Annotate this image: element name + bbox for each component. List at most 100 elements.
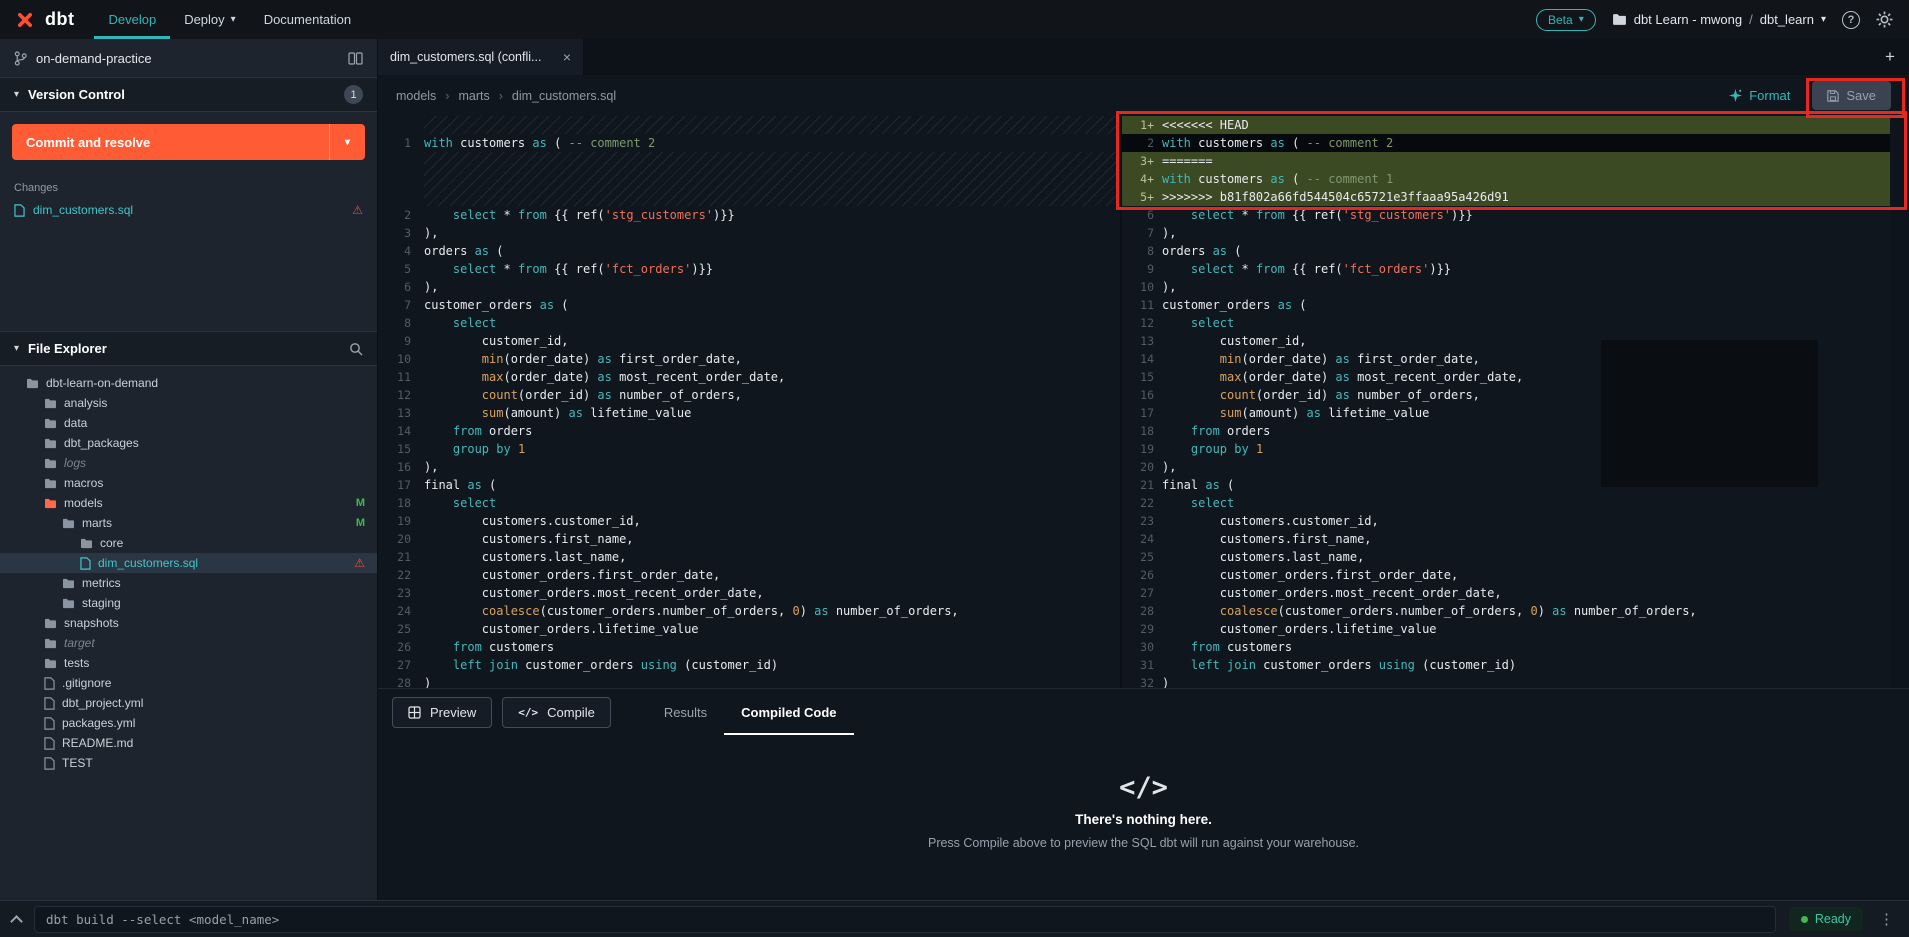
tree-item-macros[interactable]: macros	[0, 473, 377, 493]
code-line[interactable]: 25 customers.last_name,	[1122, 548, 1890, 566]
code-line[interactable]: 9 select * from {{ ref('fct_orders')}}	[1122, 260, 1890, 278]
code-line[interactable]: 13 sum(amount) as lifetime_value	[378, 404, 1120, 422]
tree-item-TEST[interactable]: TEST	[0, 753, 377, 773]
code-line[interactable]: 30 from customers	[1122, 638, 1890, 656]
tree-item-staging[interactable]: staging	[0, 593, 377, 613]
current-branch[interactable]: on-demand-practice	[0, 39, 377, 77]
code-line[interactable]: 3+=======	[1122, 152, 1890, 170]
code-line[interactable]: 31 left join customer_orders using (cust…	[1122, 656, 1890, 674]
code-line[interactable]: 9 customer_id,	[378, 332, 1120, 350]
tree-item-metrics[interactable]: metrics	[0, 573, 377, 593]
close-icon[interactable]: ×	[563, 49, 571, 65]
tree-item-data[interactable]: data	[0, 413, 377, 433]
code-line[interactable]: 26 customer_orders.first_order_date,	[1122, 566, 1890, 584]
code-line[interactable]: 26 from customers	[378, 638, 1120, 656]
code-line[interactable]: 10),	[1122, 278, 1890, 296]
code-line[interactable]: 17final as (	[378, 476, 1120, 494]
code-line[interactable]: 21 customers.last_name,	[378, 548, 1120, 566]
code-line[interactable]: 8orders as (	[1122, 242, 1890, 260]
code-line[interactable]: 24 customers.first_name,	[1122, 530, 1890, 548]
workspace-switcher[interactable]: dbt Learn - mwong / dbt_learn ▾	[1612, 12, 1826, 27]
code-line[interactable]: 22 customer_orders.first_order_date,	[378, 566, 1120, 584]
code-line[interactable]: 1with customers as ( -- comment 2	[378, 134, 1120, 152]
code-line[interactable]: 19 customers.customer_id,	[378, 512, 1120, 530]
save-button[interactable]: Save	[1812, 81, 1891, 110]
tab-dim-customers[interactable]: dim_customers.sql (confli... ×	[378, 39, 584, 75]
breadcrumb-item[interactable]: marts	[458, 89, 489, 103]
search-icon[interactable]	[349, 342, 363, 356]
tab-compiled-code[interactable]: Compiled Code	[724, 689, 853, 735]
tree-item-tests[interactable]: tests	[0, 653, 377, 673]
code-line[interactable]: 28)	[378, 674, 1120, 688]
code-line[interactable]: 6),	[378, 278, 1120, 296]
version-control-header[interactable]: ▾ Version Control 1	[0, 77, 377, 112]
code-line[interactable]: 11customer_orders as (	[1122, 296, 1890, 314]
preview-button[interactable]: Preview	[392, 697, 492, 728]
breadcrumb-item[interactable]: dim_customers.sql	[512, 89, 616, 103]
code-line[interactable]: 7),	[1122, 224, 1890, 242]
code-line[interactable]: 3),	[378, 224, 1120, 242]
code-line[interactable]: 4+with customers as ( -- comment 1	[1122, 170, 1890, 188]
code-line[interactable]: 12 select	[1122, 314, 1890, 332]
code-line[interactable]: 8 select	[378, 314, 1120, 332]
settings-gear-icon[interactable]	[1876, 11, 1893, 28]
code-line[interactable]: 5+>>>>>>> b81f802a66fd544504c65721e3ffaa…	[1122, 188, 1890, 206]
tree-item-logs[interactable]: logs	[0, 453, 377, 473]
nav-develop[interactable]: Develop	[94, 0, 170, 39]
kebab-menu-icon[interactable]: ⋮	[1876, 910, 1897, 928]
book-icon[interactable]	[348, 52, 363, 65]
code-line[interactable]: 4orders as (	[378, 242, 1120, 260]
tree-item-packages.yml[interactable]: packages.yml	[0, 713, 377, 733]
chevron-up-icon[interactable]	[10, 915, 23, 928]
code-line[interactable]: 1+<<<<<<< HEAD	[1122, 116, 1890, 134]
tree-item-dim_customers.sql[interactable]: dim_customers.sql⚠	[0, 553, 377, 573]
code-line[interactable]: 23 customer_orders.most_recent_order_dat…	[378, 584, 1120, 602]
tree-item-README.md[interactable]: README.md	[0, 733, 377, 753]
tree-item-snapshots[interactable]: snapshots	[0, 613, 377, 633]
code-line[interactable]: 23 customers.customer_id,	[1122, 512, 1890, 530]
code-line[interactable]: 11 max(order_date) as most_recent_order_…	[378, 368, 1120, 386]
code-line[interactable]: 10 min(order_date) as first_order_date,	[378, 350, 1120, 368]
tree-item-.gitignore[interactable]: .gitignore	[0, 673, 377, 693]
brand[interactable]: dbt	[0, 0, 74, 39]
nav-deploy[interactable]: Deploy ▾	[170, 0, 250, 39]
code-line[interactable]: 22 select	[1122, 494, 1890, 512]
tree-item-dbt-learn-on-demand[interactable]: dbt-learn-on-demand	[0, 373, 377, 393]
editor-scrollbar-strip[interactable]	[1890, 116, 1909, 688]
tree-item-target[interactable]: target	[0, 633, 377, 653]
editor-pane-left[interactable]: 1with customers as ( -- comment 2 2 selec…	[378, 116, 1120, 688]
changed-file-dim_customers.sql[interactable]: dim_customers.sql⚠	[0, 200, 377, 220]
code-line[interactable]: 20 customers.first_name,	[378, 530, 1120, 548]
status-badge[interactable]: Ready	[1789, 907, 1863, 931]
code-line[interactable]: 32)	[1122, 674, 1890, 688]
commit-dropdown-chevron[interactable]: ▾	[329, 124, 365, 160]
tree-item-core[interactable]: core	[0, 533, 377, 553]
tree-item-dbt_project.yml[interactable]: dbt_project.yml	[0, 693, 377, 713]
help-button[interactable]: ?	[1842, 11, 1860, 29]
breadcrumb-item[interactable]: models	[396, 89, 436, 103]
code-line[interactable]: 18 select	[378, 494, 1120, 512]
new-tab-button[interactable]: +	[1871, 39, 1909, 75]
code-line[interactable]: 7customer_orders as (	[378, 296, 1120, 314]
tree-item-marts[interactable]: martsM	[0, 513, 377, 533]
format-button[interactable]: Format	[1729, 88, 1790, 103]
code-line[interactable]: 27 customer_orders.most_recent_order_dat…	[1122, 584, 1890, 602]
code-line[interactable]: 16),	[378, 458, 1120, 476]
code-line[interactable]: 12 count(order_id) as number_of_orders,	[378, 386, 1120, 404]
tree-item-models[interactable]: modelsM	[0, 493, 377, 513]
code-line[interactable]: 15 group by 1	[378, 440, 1120, 458]
code-line[interactable]: 29 customer_orders.lifetime_value	[1122, 620, 1890, 638]
commit-and-resolve-button[interactable]: Commit and resolve ▾	[12, 124, 365, 160]
code-line[interactable]: 5 select * from {{ ref('fct_orders')}}	[378, 260, 1120, 278]
code-line[interactable]: 28 coalesce(customer_orders.number_of_or…	[1122, 602, 1890, 620]
code-line[interactable]: 14 from orders	[378, 422, 1120, 440]
code-line[interactable]: 2 select * from {{ ref('stg_customers')}…	[378, 206, 1120, 224]
code-line[interactable]: 24 coalesce(customer_orders.number_of_or…	[378, 602, 1120, 620]
file-explorer-header[interactable]: ▾ File Explorer	[0, 331, 377, 366]
command-input[interactable]: dbt build --select <model_name>	[34, 906, 1776, 933]
code-line[interactable]: 2with customers as ( -- comment 2	[1122, 134, 1890, 152]
nav-documentation[interactable]: Documentation	[250, 0, 365, 39]
code-line[interactable]: 6 select * from {{ ref('stg_customers')}…	[1122, 206, 1890, 224]
beta-badge[interactable]: Beta ▾	[1536, 9, 1596, 31]
code-line[interactable]: 27 left join customer_orders using (cust…	[378, 656, 1120, 674]
